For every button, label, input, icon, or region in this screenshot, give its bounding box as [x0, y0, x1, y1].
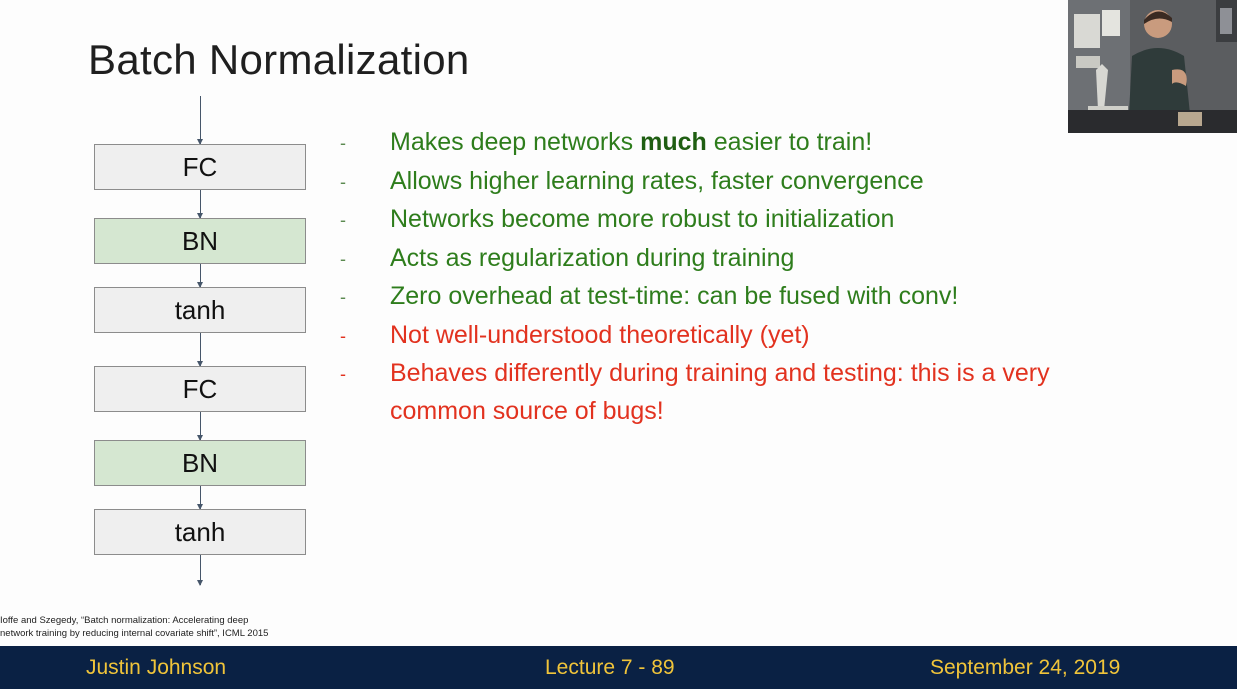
bullet-dash: - — [340, 133, 346, 153]
slide-footer: Justin Johnson Lecture 7 - 89 September … — [0, 646, 1237, 689]
bullet-dash: - — [340, 248, 346, 269]
webcam-image — [1068, 0, 1237, 133]
bullet-dash: - — [340, 210, 346, 230]
bullet-dash: - — [340, 325, 346, 346]
arrow — [197, 486, 203, 510]
network-diagram: FC BN tanh FC BN tanh — [0, 0, 320, 600]
layer-fc-1: FC — [94, 144, 306, 190]
bullet-text: Behaves differently during training and … — [390, 359, 1050, 425]
footer-author: Justin Johnson — [86, 656, 227, 679]
bullet-text: Makes deep networks much easier to train… — [390, 124, 872, 163]
bullet-dash: - — [340, 364, 346, 384]
arrow — [197, 190, 203, 219]
citation-line: network training by reducing internal co… — [0, 628, 269, 639]
arrow — [197, 333, 203, 367]
bullet-list: - Makes deep networks much easier to tra… — [340, 124, 1060, 430]
layer-bn-1: BN — [94, 218, 306, 264]
layer-bn-2: BN — [94, 440, 306, 486]
footer-lecture: Lecture 7 - 89 — [545, 656, 675, 679]
layer-label: FC — [182, 151, 218, 182]
bullet-item: - Acts as regularization during training — [340, 240, 1060, 279]
bullet-item: - Zero overhead at test-time: can be fus… — [340, 278, 1060, 317]
bullet-item: - Makes deep networks much easier to tra… — [340, 124, 1060, 163]
layer-label: FC — [182, 373, 218, 404]
bullet-item: - Networks become more robust to initial… — [340, 201, 1060, 240]
bullet-text: Allows higher learning rates, faster con… — [390, 166, 924, 195]
layer-label: tanh — [174, 516, 226, 547]
webcam-feed — [1068, 0, 1237, 133]
arrow-input — [197, 96, 203, 145]
bullet-text-part: Makes deep networks — [390, 128, 641, 156]
bullet-text: Zero overhead at test-time: can be fused… — [390, 282, 959, 310]
citation-line: Ioffe and Szegedy, “Batch normalization:… — [0, 615, 249, 626]
bullet-text-part: easier to train! — [706, 128, 873, 156]
layer-fc-2: FC — [94, 366, 306, 412]
bullet-text: Networks become more robust to initializ… — [390, 205, 895, 233]
arrow — [197, 264, 203, 288]
layer-label: tanh — [174, 294, 226, 325]
bullet-text: Not well-understood theoretically (yet) — [390, 320, 810, 349]
bullet-dash: - — [340, 287, 346, 307]
arrow-output — [197, 555, 203, 586]
bullet-item: - Behaves differently during training an… — [340, 355, 1060, 430]
layer-label: BN — [181, 447, 219, 478]
layer-tanh-2: tanh — [94, 509, 306, 555]
footer-date: September 24, 2019 — [930, 656, 1121, 679]
bullet-dash: - — [340, 171, 346, 192]
layer-label: BN — [181, 225, 219, 256]
bullet-text: Acts as regularization during training — [390, 243, 795, 272]
citation: Ioffe and Szegedy, “Batch normalization:… — [0, 614, 330, 640]
arrow — [197, 412, 203, 441]
bullet-item: - Not well-understood theoretically (yet… — [340, 317, 1060, 356]
layer-tanh-1: tanh — [94, 287, 306, 333]
bullet-emphasis: much — [640, 128, 707, 156]
bullet-item: - Allows higher learning rates, faster c… — [340, 163, 1060, 202]
